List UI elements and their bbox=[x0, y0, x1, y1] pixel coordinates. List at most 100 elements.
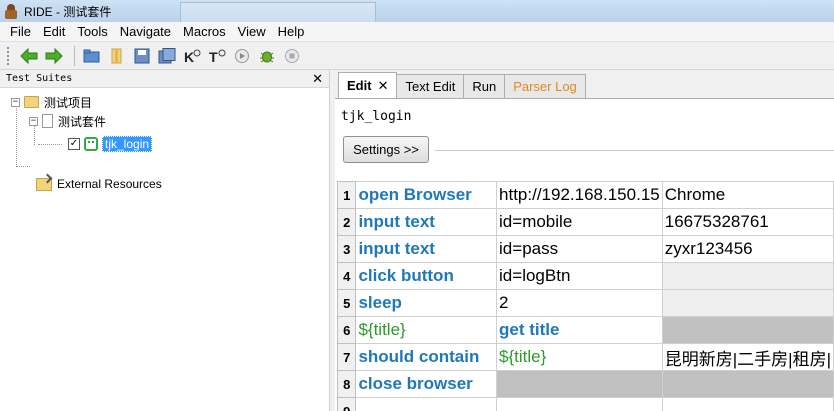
row-number[interactable]: 7 bbox=[336, 343, 357, 371]
menu-view[interactable]: View bbox=[232, 24, 272, 39]
file-icon bbox=[42, 114, 53, 128]
row-number[interactable]: 3 bbox=[336, 235, 357, 263]
grid-cell[interactable]: open Browser bbox=[355, 181, 498, 209]
menu-tools[interactable]: Tools bbox=[71, 24, 113, 39]
search-tests-icon[interactable]: T bbox=[206, 45, 228, 67]
row-number[interactable]: 6 bbox=[336, 316, 357, 344]
open-directory-icon[interactable] bbox=[106, 45, 128, 67]
external-resources-icon bbox=[36, 177, 52, 191]
grid-cell[interactable] bbox=[661, 289, 834, 317]
menu-navigate[interactable]: Navigate bbox=[114, 24, 177, 39]
settings-button[interactable]: Settings >> bbox=[343, 136, 429, 163]
window-title: RIDE - 测试套件 bbox=[24, 4, 112, 19]
editor-panel: Edit ✕ Text Edit Run Parser Log tjk_logi… bbox=[335, 70, 834, 411]
collapse-icon[interactable]: − bbox=[29, 116, 38, 126]
close-icon[interactable]: ✕ bbox=[312, 70, 323, 88]
search-keywords-icon[interactable]: K bbox=[181, 45, 203, 67]
grid-cell[interactable]: input text bbox=[355, 235, 498, 263]
debug-bug-icon[interactable] bbox=[256, 45, 278, 67]
grid-cell[interactable]: ${title} bbox=[496, 343, 663, 371]
test-case-name: tjk_login bbox=[341, 109, 412, 124]
row-number[interactable]: 2 bbox=[336, 208, 357, 236]
grid-cell[interactable] bbox=[355, 397, 498, 411]
tree-node-external-resources[interactable]: External Resources bbox=[36, 175, 162, 193]
grid-cell[interactable]: 16675328761 bbox=[661, 208, 834, 236]
grid-cell[interactable] bbox=[661, 370, 834, 398]
menu-macros[interactable]: Macros bbox=[177, 24, 232, 39]
tab-run[interactable]: Run bbox=[463, 74, 506, 98]
close-icon[interactable]: ✕ bbox=[378, 78, 389, 94]
ride-window: RIDE - 测试套件 File Edit Tools Navigate Mac… bbox=[0, 0, 834, 411]
forward-arrow-icon[interactable] bbox=[43, 45, 65, 67]
tree-line bbox=[16, 103, 17, 167]
tab-run-label: Run bbox=[472, 79, 497, 94]
tab-text-edit[interactable]: Text Edit bbox=[396, 74, 465, 98]
grid-cell[interactable]: id=pass bbox=[496, 235, 663, 263]
tree-line bbox=[16, 166, 30, 167]
grid-cell[interactable] bbox=[496, 370, 663, 398]
grid-cell[interactable]: get title bbox=[496, 316, 663, 344]
edit-content: tjk_login Settings >> 1 open Browser htt… bbox=[335, 98, 834, 411]
collapse-icon[interactable]: − bbox=[11, 97, 20, 107]
grid-cell[interactable] bbox=[496, 397, 663, 411]
table-row: 1 open Browser http://192.168.150.15 Chr… bbox=[336, 181, 834, 209]
save-icon[interactable] bbox=[131, 45, 153, 67]
grid-cell[interactable]: ${title} bbox=[355, 316, 498, 344]
row-number[interactable]: 8 bbox=[336, 370, 357, 398]
table-row: 8 close browser bbox=[336, 370, 834, 398]
tree-node-testcase[interactable]: ✓ tjk_login bbox=[68, 135, 153, 153]
table-row: 7 should contain ${title} 昆明新房|二手房|租房| bbox=[336, 343, 834, 371]
table-row: 5 sleep 2 bbox=[336, 289, 834, 317]
tab-edit[interactable]: Edit ✕ bbox=[338, 72, 398, 98]
editor-tabs: Edit ✕ Text Edit Run Parser Log bbox=[335, 72, 586, 98]
grid-cell[interactable]: sleep bbox=[355, 289, 498, 317]
tree-line bbox=[38, 144, 62, 145]
save-all-icon[interactable] bbox=[156, 45, 178, 67]
test-suites-title: Test Suites bbox=[6, 73, 73, 84]
svg-text:T: T bbox=[209, 49, 218, 64]
row-number[interactable]: 9 bbox=[336, 397, 357, 411]
table-row: 3 input text id=pass zyxr123456 bbox=[336, 235, 834, 263]
title-bar: RIDE - 测试套件 bbox=[0, 0, 834, 22]
table-row: 2 input text id=mobile 16675328761 bbox=[336, 208, 834, 236]
toolbar-grip[interactable] bbox=[6, 45, 10, 66]
grid-cell[interactable]: should contain bbox=[355, 343, 498, 371]
robot-app-icon bbox=[4, 3, 18, 19]
grid-cell[interactable]: id=logBtn bbox=[496, 262, 663, 290]
tree-node-project[interactable]: − 测试项目 bbox=[11, 93, 92, 111]
grid-cell[interactable]: close browser bbox=[355, 370, 498, 398]
back-arrow-icon[interactable] bbox=[18, 45, 40, 67]
grid-cell[interactable]: zyxr123456 bbox=[661, 235, 834, 263]
grid-cell[interactable]: 2 bbox=[496, 289, 663, 317]
toolbar-separator bbox=[74, 45, 75, 66]
external-resources-label: External Resources bbox=[57, 177, 162, 191]
test-case-icon bbox=[84, 137, 98, 151]
row-number[interactable]: 5 bbox=[336, 289, 357, 317]
table-row: 9 bbox=[336, 397, 834, 411]
settings-divider bbox=[435, 150, 834, 151]
menu-edit[interactable]: Edit bbox=[37, 24, 71, 39]
menu-help[interactable]: Help bbox=[272, 24, 311, 39]
row-number[interactable]: 4 bbox=[336, 262, 357, 290]
run-icon[interactable] bbox=[231, 45, 253, 67]
row-number[interactable]: 1 bbox=[336, 181, 357, 209]
menu-bar: File Edit Tools Navigate Macros View Hel… bbox=[0, 22, 834, 42]
tab-parser-log[interactable]: Parser Log bbox=[504, 74, 586, 98]
stop-icon[interactable] bbox=[281, 45, 303, 67]
testcase-checkbox[interactable]: ✓ bbox=[68, 138, 80, 150]
grid-cell[interactable]: 昆明新房|二手房|租房| bbox=[661, 343, 834, 371]
grid-cell[interactable] bbox=[661, 262, 834, 290]
grid-cell[interactable]: Chrome bbox=[661, 181, 834, 209]
grid-cell[interactable]: id=mobile bbox=[496, 208, 663, 236]
grid-cell[interactable]: click button bbox=[355, 262, 498, 290]
open-folder-icon[interactable] bbox=[81, 45, 103, 67]
tab-parser-log-label: Parser Log bbox=[513, 79, 577, 94]
test-suites-panel: Test Suites ✕ − 测试项目 − 测试套件 ✓ tjk_login bbox=[0, 70, 329, 411]
grid-cell[interactable]: input text bbox=[355, 208, 498, 236]
menu-file[interactable]: File bbox=[4, 24, 37, 39]
grid-cell[interactable] bbox=[661, 397, 834, 411]
grid-cell[interactable] bbox=[661, 316, 834, 344]
table-row: 6 ${title} get title bbox=[336, 316, 834, 344]
tree-node-suite[interactable]: − 测试套件 bbox=[29, 112, 106, 130]
grid-cell[interactable]: http://192.168.150.15 bbox=[496, 181, 663, 209]
